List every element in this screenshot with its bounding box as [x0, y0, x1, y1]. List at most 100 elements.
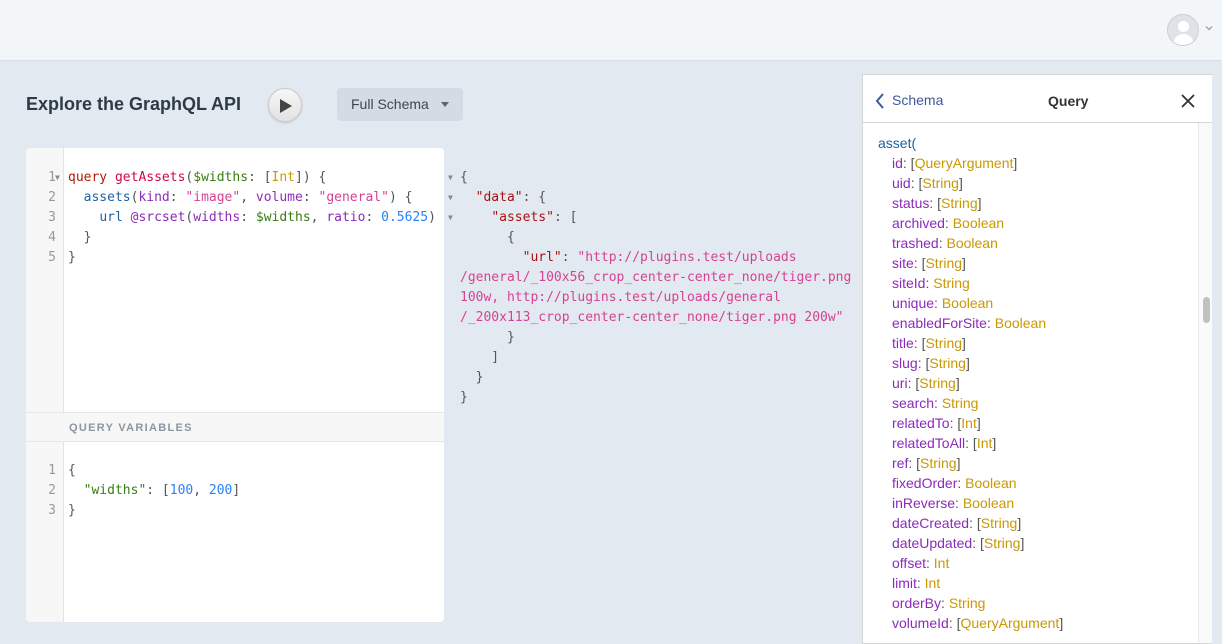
argument-name[interactable]: fixedOrder — [892, 475, 957, 491]
chevron-down-icon[interactable] — [1203, 22, 1215, 34]
argument-name[interactable]: dateUpdated — [892, 535, 972, 551]
argument-name[interactable]: status — [892, 195, 929, 211]
list-bracket: ] — [1059, 615, 1064, 631]
argument-type[interactable]: Int — [977, 435, 993, 451]
argument-type[interactable]: String — [920, 455, 957, 471]
back-link-label: Schema — [892, 92, 944, 108]
code-line: 100w, http://plugins.test/uploads/genera… — [460, 290, 781, 305]
fold-arrow-icon[interactable]: ▼ — [448, 173, 453, 182]
line-number: 1 — [48, 170, 56, 185]
argument-type[interactable]: String — [929, 355, 966, 371]
code-line: /_200x113_crop_center-center_none/tiger.… — [460, 310, 844, 325]
line-number: 3 — [48, 210, 56, 225]
argument-name[interactable]: trashed — [892, 235, 939, 251]
code-token: : — [302, 190, 319, 205]
argument-type[interactable]: String — [922, 175, 959, 191]
fold-arrow-icon[interactable]: ▼ — [448, 193, 453, 202]
argument-type[interactable]: String — [933, 275, 970, 291]
code-token: "url" — [522, 250, 562, 265]
argument-name[interactable]: id — [892, 155, 903, 171]
argument-name[interactable]: siteId — [892, 275, 925, 291]
argument-name[interactable]: archived — [892, 215, 945, 231]
code-token: "widths" — [83, 483, 147, 498]
code-token: assets — [83, 190, 131, 205]
code-token: 200 — [208, 483, 233, 498]
code-line: } — [460, 390, 468, 405]
result-viewer: ▼ {▼ "data": {▼ "assets": [ { "url": "htt… — [444, 148, 862, 622]
argument-name[interactable]: unique — [892, 295, 934, 311]
argument-row: title: [String] — [878, 333, 1063, 353]
user-avatar-icon[interactable] — [1167, 14, 1199, 46]
scrollbar-thumb[interactable] — [1203, 297, 1210, 323]
argument-separator: : [ — [907, 375, 920, 391]
close-icon[interactable] — [1181, 94, 1195, 108]
argument-type[interactable]: Boolean — [995, 315, 1046, 331]
argument-type[interactable]: Boolean — [953, 215, 1004, 231]
argument-separator: : [ — [949, 415, 962, 431]
argument-type[interactable]: Boolean — [942, 295, 993, 311]
code-line: } — [460, 330, 515, 345]
list-bracket: ] — [977, 195, 982, 211]
argument-type[interactable]: String — [919, 375, 956, 391]
code-token: : — [365, 210, 382, 225]
argument-name[interactable]: offset — [892, 555, 926, 571]
schema-dropdown-label: Full Schema — [351, 96, 429, 112]
code-line: { — [460, 230, 515, 245]
list-bracket: ] — [962, 335, 966, 351]
execute-query-button[interactable] — [268, 88, 302, 122]
argument-type[interactable]: Boolean — [946, 235, 997, 251]
argument-type[interactable]: QueryArgument — [960, 615, 1059, 631]
argument-separator: : [ — [969, 515, 981, 531]
argument-type[interactable]: String — [949, 595, 986, 611]
code-token: ) — [428, 210, 436, 225]
full-schema-dropdown[interactable]: Full Schema — [337, 88, 463, 121]
argument-type[interactable]: Int — [934, 555, 950, 571]
argument-name[interactable]: relatedToAll — [892, 435, 965, 451]
argument-name[interactable]: relatedTo — [892, 415, 950, 431]
argument-type[interactable]: QueryArgument — [915, 155, 1014, 171]
argument-type[interactable]: Int — [925, 575, 941, 591]
argument-row: unique: Boolean — [878, 293, 1063, 313]
argument-type[interactable]: String — [941, 195, 978, 211]
fold-arrow-icon[interactable]: ▼ — [55, 173, 60, 182]
argument-row: archived: Boolean — [878, 213, 1063, 233]
argument-name[interactable]: ref — [892, 455, 908, 471]
argument-type[interactable]: Int — [961, 415, 977, 431]
query-editor[interactable]: 1 ▼ query getAssets($widths: [Int]) {2 ass… — [26, 148, 444, 622]
argument-type[interactable]: String — [925, 335, 962, 351]
fold-arrow-icon[interactable]: ▼ — [448, 213, 453, 222]
argument-type[interactable]: Boolean — [963, 495, 1014, 511]
argument-row: fixedOrder: Boolean — [878, 473, 1063, 493]
query-variables-header[interactable]: QUERY VARIABLES — [26, 412, 444, 442]
argument-separator: : — [986, 315, 995, 331]
argument-name[interactable]: uri — [892, 375, 908, 391]
argument-name[interactable]: limit — [892, 575, 917, 591]
code-token: /_200x113_crop_center-center_none/tiger.… — [460, 310, 844, 325]
argument-name[interactable]: slug — [892, 355, 918, 371]
argument-name[interactable]: dateCreated — [892, 515, 969, 531]
argument-name[interactable]: orderBy — [892, 595, 941, 611]
argument-name[interactable]: uid — [892, 175, 911, 191]
argument-type[interactable]: String — [984, 535, 1021, 551]
code-token: : — [240, 210, 256, 225]
argument-name[interactable]: title — [892, 335, 914, 351]
code-line: /general/_100x56_crop_center-center_none… — [460, 270, 851, 285]
code-token: widths — [193, 210, 241, 225]
argument-row: uid: [String] — [878, 173, 1063, 193]
argument-name[interactable]: volumeId — [892, 615, 949, 631]
argument-type[interactable]: String — [925, 255, 962, 271]
argument-name[interactable]: enabledForSite — [892, 315, 987, 331]
code-token: ) { — [388, 190, 413, 205]
code-line: { — [68, 463, 76, 478]
argument-name[interactable]: search — [892, 395, 934, 411]
argument-name[interactable]: site — [892, 255, 914, 271]
argument-type[interactable]: Boolean — [965, 475, 1016, 491]
code-token: : [ — [553, 210, 578, 225]
argument-type[interactable]: String — [981, 515, 1018, 531]
argument-name[interactable]: inReverse — [892, 495, 955, 511]
argument-type[interactable]: String — [942, 395, 979, 411]
docs-scrollbar[interactable] — [1198, 123, 1212, 643]
